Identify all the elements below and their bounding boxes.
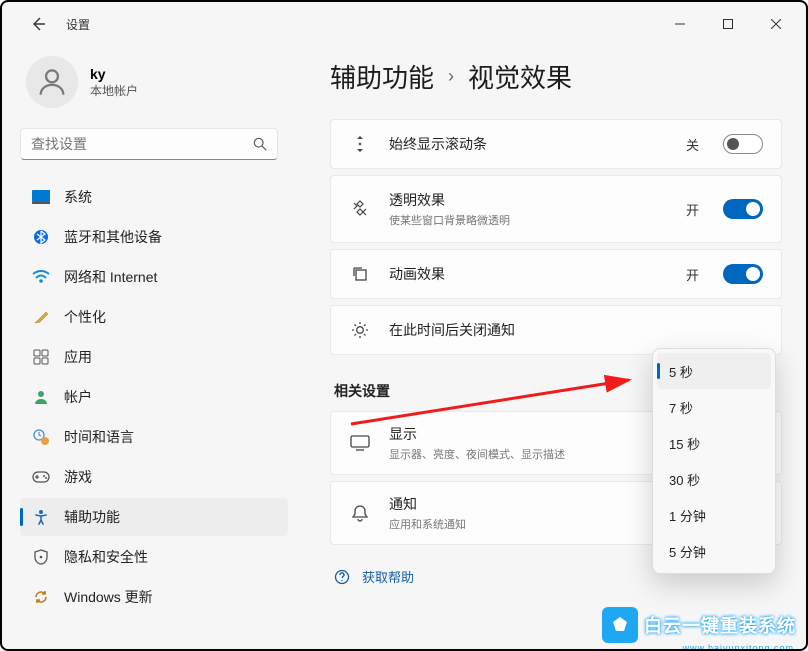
maximize-button[interactable] <box>706 9 750 39</box>
nav-gaming[interactable]: 游戏 <box>20 458 288 496</box>
setting-animation[interactable]: 动画效果 开 <box>330 249 782 299</box>
nav-windows-update[interactable]: Windows 更新 <box>20 578 288 616</box>
bluetooth-icon <box>32 228 50 246</box>
breadcrumb: 辅助功能 › 视觉效果 <box>330 58 782 95</box>
setting-title: 在此时间后关闭通知 <box>389 320 763 340</box>
user-name: ky <box>90 66 138 82</box>
avatar <box>26 56 78 108</box>
toggle-animation[interactable] <box>723 264 763 284</box>
nav-time-lang[interactable]: 时间和语言 <box>20 418 288 456</box>
toggle-transparency[interactable] <box>723 199 763 219</box>
search-input[interactable] <box>20 128 278 160</box>
watermark-text: 白云一键重装系统 <box>644 612 796 638</box>
bell-icon <box>349 504 371 522</box>
system-icon <box>32 188 50 206</box>
nav-label: 应用 <box>64 347 92 367</box>
minimize-icon <box>675 19 685 29</box>
setting-subtitle: 使某些窗口背景略微透明 <box>389 212 668 228</box>
help-icon <box>334 569 350 585</box>
dropdown-option[interactable]: 15 秒 <box>657 425 771 461</box>
setting-title: 始终显示滚动条 <box>389 134 668 154</box>
toggle-state: 开 <box>686 200 699 219</box>
nav-label: 辅助功能 <box>64 507 120 527</box>
brush-icon <box>32 308 50 326</box>
watermark-url: www.baiyunxitong.com <box>682 643 794 651</box>
apps-icon <box>32 348 50 366</box>
gamepad-icon <box>32 468 50 486</box>
navigation-pane: ky 本地帐户 系统 蓝牙和其他设备 网络和 Internet 个性化 应用 帐… <box>2 46 292 649</box>
scrollbar-icon <box>349 134 371 154</box>
brightness-icon <box>349 320 371 340</box>
nav-privacy[interactable]: 隐私和安全性 <box>20 538 288 576</box>
maximize-icon <box>723 19 733 29</box>
search-icon <box>253 137 267 151</box>
monitor-icon <box>349 435 371 451</box>
back-button[interactable] <box>30 16 46 32</box>
dismiss-time-dropdown: 5 秒 7 秒 15 秒 30 秒 1 分钟 5 分钟 <box>652 348 776 574</box>
nav-accessibility[interactable]: 辅助功能 <box>20 498 288 536</box>
nav-apps[interactable]: 应用 <box>20 338 288 376</box>
toggle-scrollbar[interactable] <box>723 134 763 154</box>
shield-icon <box>32 548 50 566</box>
watermark-logo-icon <box>602 607 638 643</box>
nav-label: Windows 更新 <box>64 587 153 607</box>
setting-title: 动画效果 <box>389 264 668 284</box>
nav-label: 系统 <box>64 187 92 207</box>
toggle-state: 关 <box>686 135 699 154</box>
accessibility-icon <box>32 508 50 526</box>
animation-icon <box>349 265 371 283</box>
nav-network[interactable]: 网络和 Internet <box>20 258 288 296</box>
user-profile[interactable]: ky 本地帐户 <box>20 56 288 108</box>
nav-label: 时间和语言 <box>64 427 134 447</box>
close-button[interactable] <box>754 9 798 39</box>
titlebar: 设置 <box>2 2 806 46</box>
window-title: 设置 <box>66 16 90 33</box>
clock-globe-icon <box>32 428 50 446</box>
nav-label: 网络和 Internet <box>64 267 157 287</box>
nav-label: 游戏 <box>64 467 92 487</box>
setting-transparency[interactable]: 透明效果 使某些窗口背景略微透明 开 <box>330 175 782 243</box>
nav-label: 隐私和安全性 <box>64 547 148 567</box>
setting-title: 透明效果 <box>389 190 668 210</box>
toggle-state: 开 <box>686 265 699 284</box>
search-field[interactable] <box>31 136 253 152</box>
watermark: 白云一键重装系统 <box>602 607 796 643</box>
wifi-icon <box>32 268 50 286</box>
nav-bluetooth[interactable]: 蓝牙和其他设备 <box>20 218 288 256</box>
nav-personalize[interactable]: 个性化 <box>20 298 288 336</box>
nav-accounts[interactable]: 帐户 <box>20 378 288 416</box>
nav-system[interactable]: 系统 <box>20 178 288 216</box>
person-icon <box>35 65 69 99</box>
breadcrumb-parent[interactable]: 辅助功能 <box>330 58 434 95</box>
dropdown-option[interactable]: 7 秒 <box>657 389 771 425</box>
arrow-left-icon <box>30 16 46 32</box>
nav-label: 帐户 <box>64 387 92 407</box>
transparency-icon <box>349 200 371 218</box>
nav-label: 蓝牙和其他设备 <box>64 227 162 247</box>
dropdown-option[interactable]: 5 秒 <box>657 353 771 389</box>
help-label: 获取帮助 <box>362 567 414 586</box>
page-title: 视觉效果 <box>468 58 572 95</box>
setting-scrollbar[interactable]: 始终显示滚动条 关 <box>330 119 782 169</box>
nav-label: 个性化 <box>64 307 106 327</box>
nav-list: 系统 蓝牙和其他设备 网络和 Internet 个性化 应用 帐户 时间和语言 … <box>20 178 288 616</box>
minimize-button[interactable] <box>658 9 702 39</box>
dropdown-option[interactable]: 30 秒 <box>657 461 771 497</box>
account-type: 本地帐户 <box>90 82 138 99</box>
close-icon <box>771 19 781 29</box>
dropdown-option[interactable]: 1 分钟 <box>657 497 771 533</box>
update-icon <box>32 588 50 606</box>
settings-window: 设置 ky 本地帐户 系统 蓝牙和其他设备 网络和 Internet 个性化 <box>0 0 808 651</box>
dropdown-option[interactable]: 5 分钟 <box>657 533 771 569</box>
account-icon <box>32 388 50 406</box>
chevron-right-icon: › <box>448 66 454 87</box>
